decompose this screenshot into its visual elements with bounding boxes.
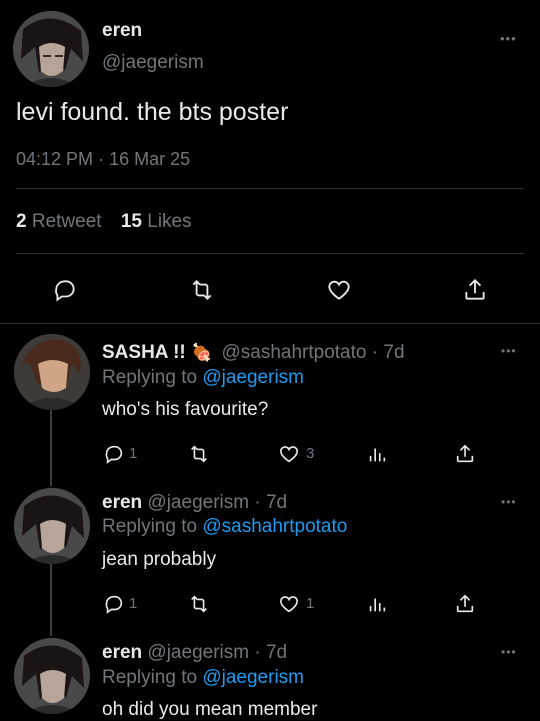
separator: · (254, 492, 261, 513)
avatar-portrait (14, 638, 90, 714)
share-icon[interactable] (454, 592, 476, 616)
avatar-portrait (14, 488, 90, 564)
like-count: 1 (306, 595, 315, 612)
replying-to: Replying to @jaegerism (102, 367, 304, 389)
likes-count: 15 (120, 211, 142, 232)
more-icon[interactable]: ••• (501, 646, 517, 658)
retweets-link[interactable]: 2 Retweet (16, 211, 107, 232)
reply-text: who's his favourite? (102, 399, 269, 420)
author-handle[interactable]: @jaegerism (102, 52, 204, 74)
divider (0, 323, 540, 324)
likes-label: Likes (147, 211, 192, 232)
reply-age: 7d (383, 342, 405, 363)
tweet-timestamp: 04:12 PM · 16 Mar 25 (16, 149, 190, 170)
reply-header: SASHA !! 🍖 @sashahrtpotato · 7d (102, 342, 405, 364)
share-icon[interactable] (462, 276, 488, 304)
tweet-time: 04:12 PM (16, 149, 94, 169)
avatar[interactable] (14, 334, 90, 410)
comment-icon[interactable] (52, 277, 78, 303)
replying-to: Replying to @sashahrtpotato (102, 516, 347, 538)
reply-age: 7d (265, 642, 288, 663)
author-name[interactable]: eren (102, 20, 142, 42)
avatar-portrait (13, 11, 89, 87)
more-icon[interactable]: ••• (501, 496, 517, 508)
separator: · (98, 149, 105, 169)
reply-author-name[interactable]: SASHA !! (102, 342, 186, 363)
share-icon[interactable] (454, 442, 476, 466)
reply-author-name[interactable]: eren (102, 492, 142, 513)
analytics-icon[interactable] (366, 443, 388, 465)
reply-text: oh did you mean member (102, 699, 318, 720)
replying-to: Replying to @jaegerism (102, 667, 304, 689)
replying-to-handle[interactable]: @jaegerism (202, 367, 304, 388)
separator: · (371, 342, 379, 363)
retweets-label: Retweet (31, 211, 102, 232)
engagement-stats: 2 Retweet 15 Likes (16, 211, 192, 233)
retweets-count: 2 (16, 211, 27, 232)
reply-age: 7d (265, 492, 288, 513)
avatar[interactable] (14, 488, 90, 564)
reply-author-name[interactable]: eren (102, 642, 142, 663)
reply-header: eren @jaegerism · 7d (102, 492, 287, 514)
reply-count: 1 (129, 595, 138, 612)
avatar[interactable] (13, 11, 89, 87)
separator: · (254, 642, 261, 663)
reply-author-handle[interactable]: @sashahrtpotato (221, 342, 366, 363)
tweet-date: 16 Mar 25 (109, 149, 191, 169)
reply-header: eren @jaegerism · 7d (102, 642, 287, 664)
retweet-icon[interactable] (188, 277, 216, 303)
heart-icon[interactable] (325, 277, 353, 303)
comment-icon[interactable] (103, 593, 125, 615)
avatar-portrait (14, 334, 90, 410)
avatar[interactable] (14, 638, 90, 714)
analytics-icon[interactable] (366, 593, 388, 615)
reply-author-handle[interactable]: @jaegerism (147, 642, 249, 663)
replying-to-handle[interactable]: @sashahrtpotato (202, 516, 347, 537)
thread-line (50, 558, 52, 636)
likes-link[interactable]: 15 Likes (121, 211, 192, 232)
replying-label: Replying to (102, 367, 198, 388)
divider (16, 253, 524, 254)
comment-icon[interactable] (103, 443, 125, 465)
thread-line (50, 408, 52, 486)
like-count: 3 (306, 445, 315, 462)
heart-icon[interactable] (277, 593, 301, 615)
reply-count: 1 (129, 445, 138, 462)
more-icon[interactable]: ••• (500, 32, 517, 45)
more-icon[interactable]: ••• (501, 345, 517, 357)
emoji-icon: 🍖 (191, 343, 213, 362)
retweet-icon[interactable] (187, 593, 211, 615)
replying-to-handle[interactable]: @jaegerism (202, 667, 304, 688)
tweet-text: levi found. the bts poster (16, 98, 289, 126)
replying-label: Replying to (102, 667, 198, 688)
heart-icon[interactable] (277, 443, 301, 465)
replying-label: Replying to (102, 516, 198, 537)
divider (16, 188, 524, 189)
reply-text: jean probably (102, 549, 217, 570)
retweet-icon[interactable] (187, 443, 211, 465)
reply-author-handle[interactable]: @jaegerism (147, 492, 249, 513)
